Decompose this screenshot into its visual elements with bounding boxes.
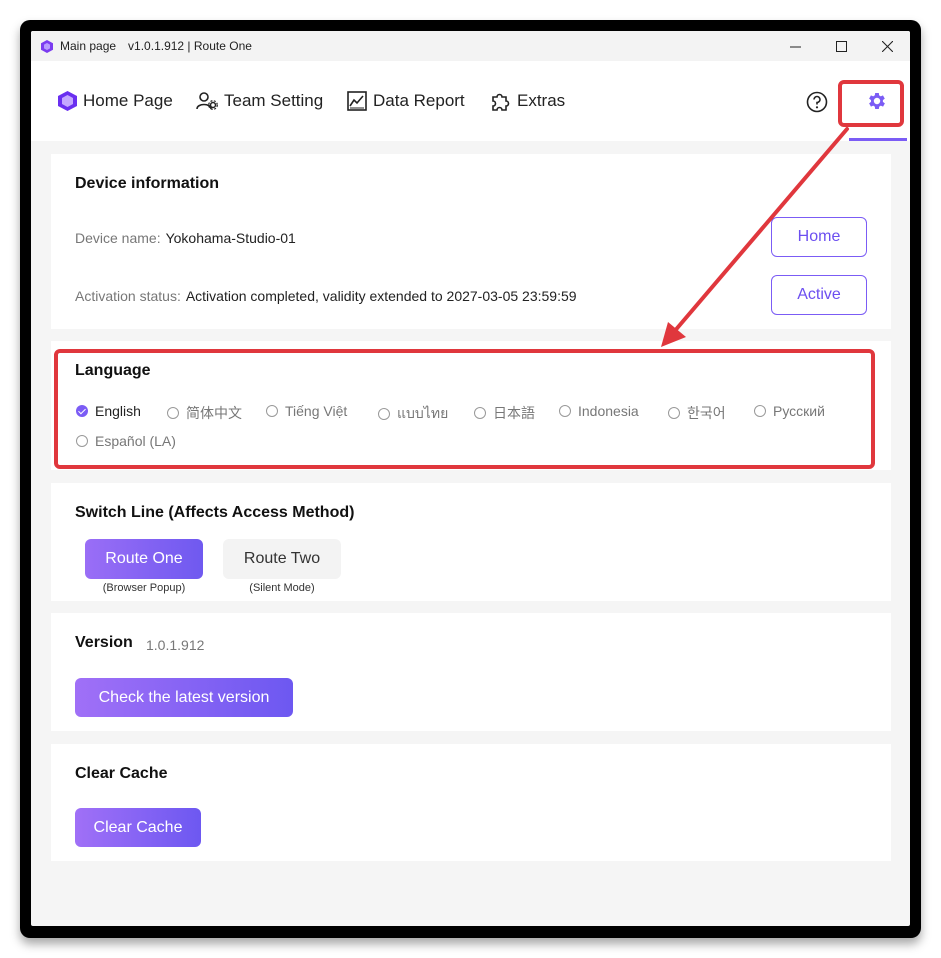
annotation-arrow — [661, 127, 849, 347]
